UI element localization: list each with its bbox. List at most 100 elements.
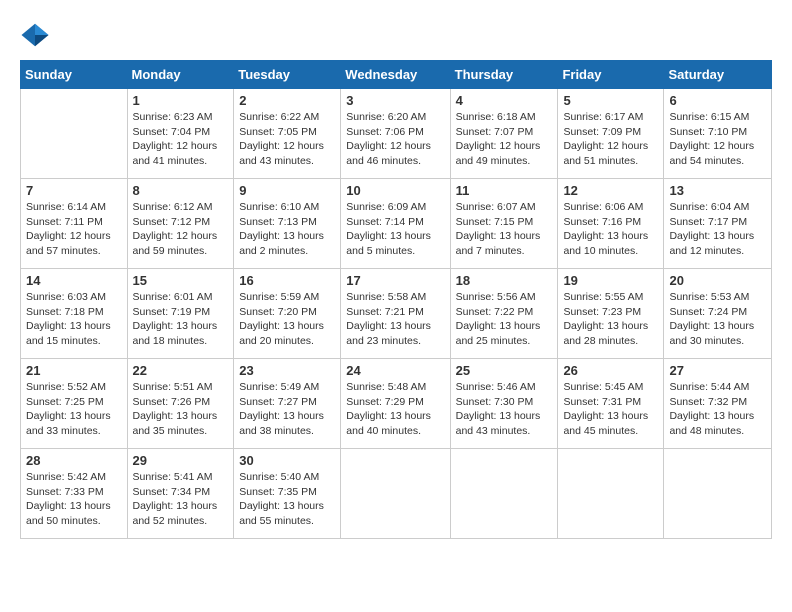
- day-number: 1: [133, 93, 229, 108]
- calendar-cell: 12 Sunrise: 6:06 AMSunset: 7:16 PMDayligh…: [558, 179, 664, 269]
- day-number: 12: [563, 183, 658, 198]
- cell-info: Sunrise: 5:45 AMSunset: 7:31 PMDaylight:…: [563, 380, 658, 439]
- day-number: 28: [26, 453, 122, 468]
- cell-info: Sunrise: 6:15 AMSunset: 7:10 PMDaylight:…: [669, 110, 766, 169]
- cell-info: Sunrise: 6:17 AMSunset: 7:09 PMDaylight:…: [563, 110, 658, 169]
- cell-info: Sunrise: 6:06 AMSunset: 7:16 PMDaylight:…: [563, 200, 658, 259]
- day-number: 14: [26, 273, 122, 288]
- calendar-cell: 21 Sunrise: 5:52 AMSunset: 7:25 PMDayligh…: [21, 359, 128, 449]
- day-number: 13: [669, 183, 766, 198]
- day-number: 15: [133, 273, 229, 288]
- cell-info: Sunrise: 6:18 AMSunset: 7:07 PMDaylight:…: [456, 110, 553, 169]
- day-number: 3: [346, 93, 444, 108]
- calendar-cell: 30 Sunrise: 5:40 AMSunset: 7:35 PMDayligh…: [234, 449, 341, 539]
- column-header-saturday: Saturday: [664, 61, 772, 89]
- cell-info: Sunrise: 5:56 AMSunset: 7:22 PMDaylight:…: [456, 290, 553, 349]
- calendar-cell: 28 Sunrise: 5:42 AMSunset: 7:33 PMDayligh…: [21, 449, 128, 539]
- calendar-cell: 25 Sunrise: 5:46 AMSunset: 7:30 PMDayligh…: [450, 359, 558, 449]
- calendar-cell: 20 Sunrise: 5:53 AMSunset: 7:24 PMDayligh…: [664, 269, 772, 359]
- calendar-cell: [341, 449, 450, 539]
- calendar-cell: 7 Sunrise: 6:14 AMSunset: 7:11 PMDaylight…: [21, 179, 128, 269]
- calendar-cell: 9Sunrise: 6:10 AMSunset: 7:13 PMDaylight…: [234, 179, 341, 269]
- calendar-cell: 2 Sunrise: 6:22 AMSunset: 7:05 PMDaylight…: [234, 89, 341, 179]
- cell-info: Sunrise: 6:22 AMSunset: 7:05 PMDaylight:…: [239, 110, 335, 169]
- cell-info: Sunrise: 5:51 AMSunset: 7:26 PMDaylight:…: [133, 380, 229, 439]
- day-number: 6: [669, 93, 766, 108]
- calendar-cell: 15 Sunrise: 6:01 AMSunset: 7:19 PMDayligh…: [127, 269, 234, 359]
- day-number: 22: [133, 363, 229, 378]
- column-header-monday: Monday: [127, 61, 234, 89]
- cell-info: Sunrise: 5:40 AMSunset: 7:35 PMDaylight:…: [239, 470, 335, 529]
- calendar-cell: 13 Sunrise: 6:04 AMSunset: 7:17 PMDayligh…: [664, 179, 772, 269]
- day-number: 27: [669, 363, 766, 378]
- calendar-week-row: 21 Sunrise: 5:52 AMSunset: 7:25 PMDayligh…: [21, 359, 772, 449]
- day-number: 25: [456, 363, 553, 378]
- calendar-cell: 27 Sunrise: 5:44 AMSunset: 7:32 PMDayligh…: [664, 359, 772, 449]
- day-number: 23: [239, 363, 335, 378]
- cell-info: Sunrise: 5:53 AMSunset: 7:24 PMDaylight:…: [669, 290, 766, 349]
- cell-info: Sunrise: 5:41 AMSunset: 7:34 PMDaylight:…: [133, 470, 229, 529]
- calendar-cell: [558, 449, 664, 539]
- calendar-cell: 10Sunrise: 6:09 AMSunset: 7:14 PMDayligh…: [341, 179, 450, 269]
- day-number: 20: [669, 273, 766, 288]
- calendar-cell: 19Sunrise: 5:55 AMSunset: 7:23 PMDayligh…: [558, 269, 664, 359]
- calendar-week-row: 7 Sunrise: 6:14 AMSunset: 7:11 PMDaylight…: [21, 179, 772, 269]
- calendar-cell: 14 Sunrise: 6:03 AMSunset: 7:18 PMDayligh…: [21, 269, 128, 359]
- calendar-header-row: SundayMondayTuesdayWednesdayThursdayFrid…: [21, 61, 772, 89]
- cell-info: Sunrise: 5:42 AMSunset: 7:33 PMDaylight:…: [26, 470, 122, 529]
- calendar-cell: 4 Sunrise: 6:18 AMSunset: 7:07 PMDaylight…: [450, 89, 558, 179]
- calendar-cell: 22 Sunrise: 5:51 AMSunset: 7:26 PMDayligh…: [127, 359, 234, 449]
- day-number: 29: [133, 453, 229, 468]
- calendar-cell: 8 Sunrise: 6:12 AMSunset: 7:12 PMDaylight…: [127, 179, 234, 269]
- calendar-cell: 29 Sunrise: 5:41 AMSunset: 7:34 PMDayligh…: [127, 449, 234, 539]
- column-header-sunday: Sunday: [21, 61, 128, 89]
- cell-info: Sunrise: 6:04 AMSunset: 7:17 PMDaylight:…: [669, 200, 766, 259]
- logo-icon: [20, 20, 50, 50]
- calendar-cell: 6 Sunrise: 6:15 AMSunset: 7:10 PMDaylight…: [664, 89, 772, 179]
- day-number: 18: [456, 273, 553, 288]
- cell-info: Sunrise: 6:23 AMSunset: 7:04 PMDaylight:…: [133, 110, 229, 169]
- day-number: 4: [456, 93, 553, 108]
- calendar-cell: [664, 449, 772, 539]
- day-number: 9: [239, 183, 335, 198]
- day-number: 8: [133, 183, 229, 198]
- cell-info: Sunrise: 5:58 AMSunset: 7:21 PMDaylight:…: [346, 290, 444, 349]
- column-header-thursday: Thursday: [450, 61, 558, 89]
- logo: [20, 20, 55, 50]
- day-number: 30: [239, 453, 335, 468]
- calendar-cell: [21, 89, 128, 179]
- column-header-tuesday: Tuesday: [234, 61, 341, 89]
- column-header-friday: Friday: [558, 61, 664, 89]
- day-number: 2: [239, 93, 335, 108]
- day-number: 11: [456, 183, 553, 198]
- cell-info: Sunrise: 6:01 AMSunset: 7:19 PMDaylight:…: [133, 290, 229, 349]
- calendar-cell: [450, 449, 558, 539]
- calendar-cell: 11Sunrise: 6:07 AMSunset: 7:15 PMDayligh…: [450, 179, 558, 269]
- calendar-cell: 5 Sunrise: 6:17 AMSunset: 7:09 PMDaylight…: [558, 89, 664, 179]
- day-number: 10: [346, 183, 444, 198]
- cell-info: Sunrise: 5:48 AMSunset: 7:29 PMDaylight:…: [346, 380, 444, 439]
- calendar-cell: 17 Sunrise: 5:58 AMSunset: 7:21 PMDayligh…: [341, 269, 450, 359]
- calendar-week-row: 1 Sunrise: 6:23 AMSunset: 7:04 PMDaylight…: [21, 89, 772, 179]
- day-number: 16: [239, 273, 335, 288]
- page-header: [20, 20, 772, 50]
- cell-info: Sunrise: 6:12 AMSunset: 7:12 PMDaylight:…: [133, 200, 229, 259]
- calendar-week-row: 14 Sunrise: 6:03 AMSunset: 7:18 PMDayligh…: [21, 269, 772, 359]
- cell-info: Sunrise: 5:59 AMSunset: 7:20 PMDaylight:…: [239, 290, 335, 349]
- cell-info: Sunrise: 5:44 AMSunset: 7:32 PMDaylight:…: [669, 380, 766, 439]
- day-number: 7: [26, 183, 122, 198]
- day-number: 21: [26, 363, 122, 378]
- day-number: 19: [563, 273, 658, 288]
- calendar-week-row: 28 Sunrise: 5:42 AMSunset: 7:33 PMDayligh…: [21, 449, 772, 539]
- cell-info: Sunrise: 5:52 AMSunset: 7:25 PMDaylight:…: [26, 380, 122, 439]
- calendar-cell: 24Sunrise: 5:48 AMSunset: 7:29 PMDayligh…: [341, 359, 450, 449]
- day-number: 17: [346, 273, 444, 288]
- cell-info: Sunrise: 5:46 AMSunset: 7:30 PMDaylight:…: [456, 380, 553, 439]
- calendar-cell: 16 Sunrise: 5:59 AMSunset: 7:20 PMDayligh…: [234, 269, 341, 359]
- cell-info: Sunrise: 5:49 AMSunset: 7:27 PMDaylight:…: [239, 380, 335, 439]
- cell-info: Sunrise: 6:14 AMSunset: 7:11 PMDaylight:…: [26, 200, 122, 259]
- calendar-table: SundayMondayTuesdayWednesdayThursdayFrid…: [20, 60, 772, 539]
- day-number: 5: [563, 93, 658, 108]
- cell-info: Sunrise: 6:03 AMSunset: 7:18 PMDaylight:…: [26, 290, 122, 349]
- day-number: 26: [563, 363, 658, 378]
